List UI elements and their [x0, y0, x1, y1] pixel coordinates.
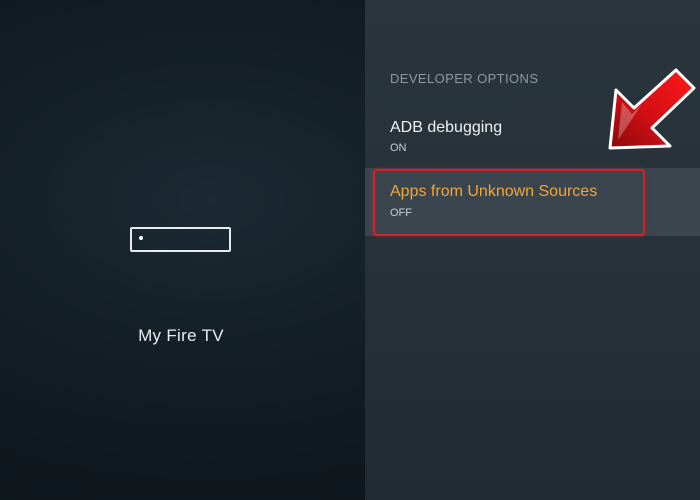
- menu-item-apps-from-unknown-sources[interactable]: Apps from Unknown Sources OFF: [365, 168, 700, 236]
- menu-item-label: Apps from Unknown Sources: [390, 183, 598, 200]
- menu-item-value: ON: [390, 142, 407, 154]
- red-arrow-pointer-icon: [608, 68, 696, 150]
- menu-item-value: OFF: [390, 207, 412, 219]
- menu-item-label: ADB debugging: [390, 119, 503, 136]
- section-header: DEVELOPER OPTIONS: [390, 71, 539, 86]
- fire-tv-device-icon: [130, 227, 231, 252]
- left-pane: My Fire TV: [0, 0, 365, 500]
- fire-tv-screen: My Fire TV DEVELOPER OPTIONS ADB debuggi…: [0, 0, 700, 500]
- page-title: My Fire TV: [138, 326, 224, 345]
- highlight-box: [373, 169, 645, 236]
- device-led-dot: [139, 236, 143, 240]
